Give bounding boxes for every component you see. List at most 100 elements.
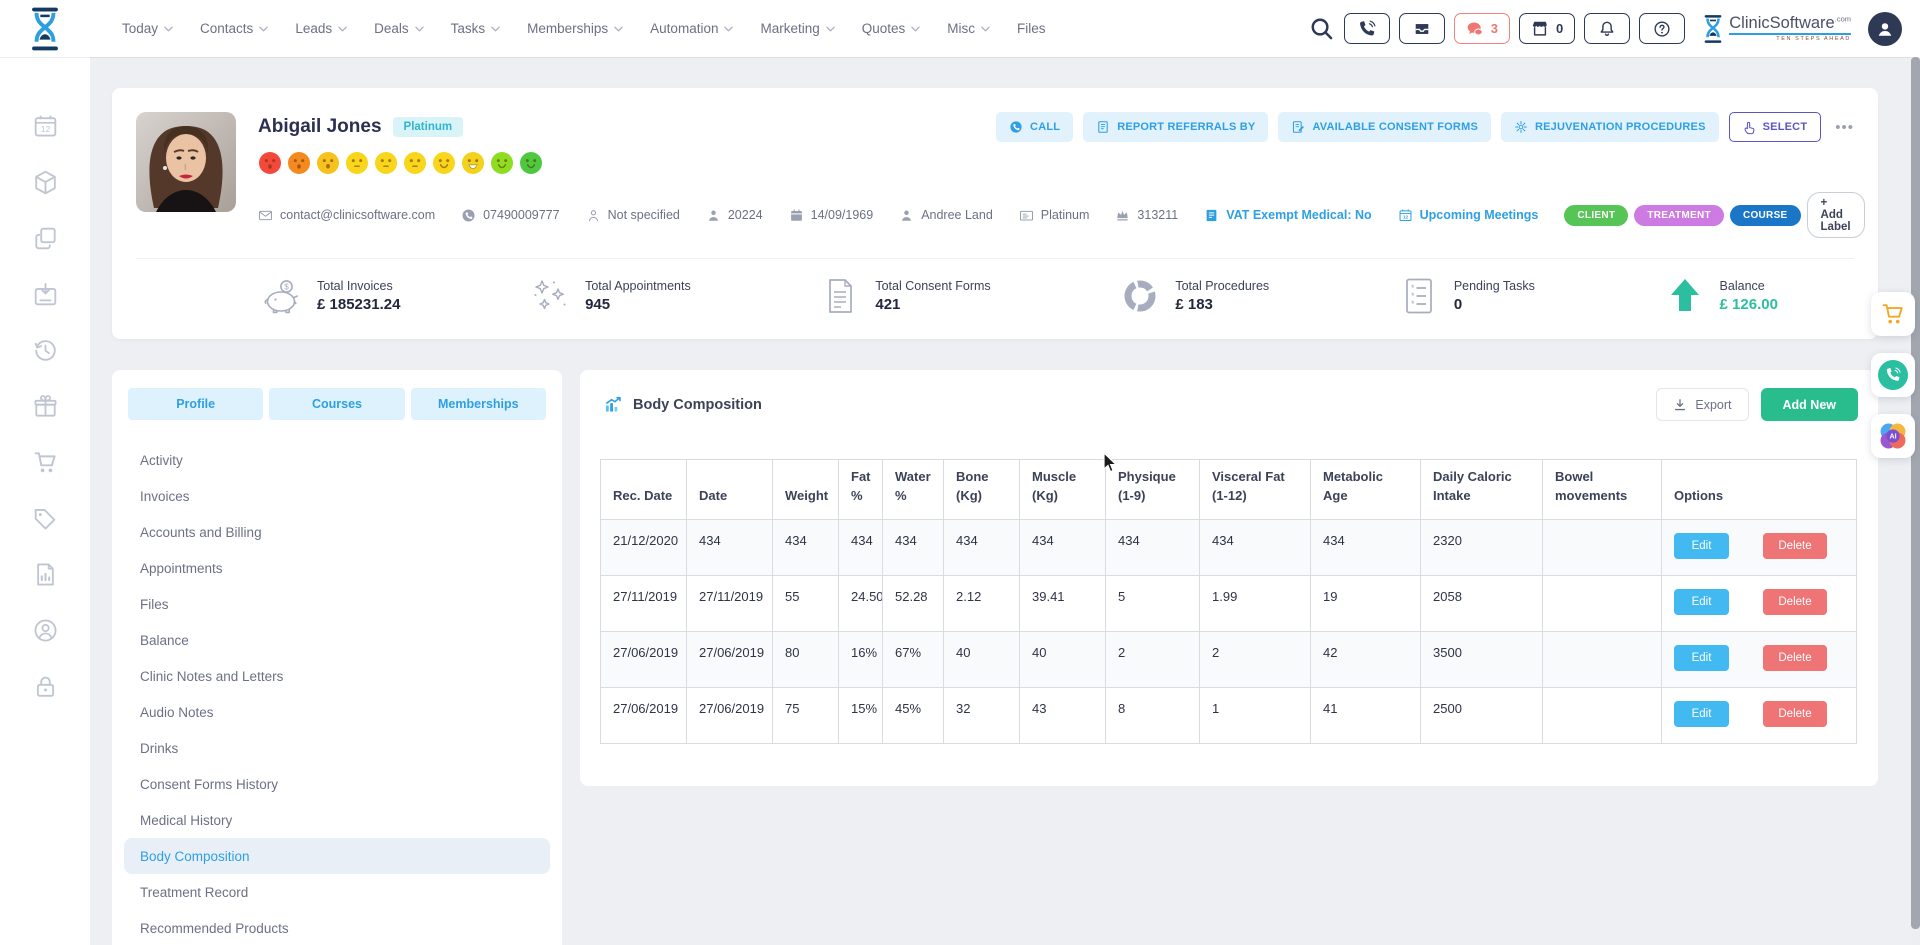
app-logo[interactable] (0, 7, 90, 51)
patient-photo[interactable] (136, 112, 236, 212)
store-button[interactable]: 0 (1519, 13, 1575, 44)
rejuvenation-procedures-button[interactable]: REJUVENATION PROCEDURES (1501, 112, 1719, 142)
sidebar-item-drinks[interactable]: Drinks (124, 730, 550, 766)
nav-item-quotes[interactable]: Quotes (862, 21, 921, 36)
sidebar-item-invoices[interactable]: Invoices (124, 478, 550, 514)
mood-emoji-5[interactable] (374, 151, 398, 175)
stat-total-procedures: Total Procedures£ 183 (1118, 275, 1269, 317)
cell-fat: 434 (839, 520, 883, 576)
sidebar-item-appointments[interactable]: Appointments (124, 550, 550, 586)
nav-item-deals[interactable]: Deals (374, 21, 424, 36)
edit-button-row-1[interactable]: Edit (1674, 533, 1729, 559)
user-avatar[interactable] (1868, 12, 1902, 46)
floating-widgets: AI (1871, 292, 1915, 458)
nav-item-marketing[interactable]: Marketing (760, 21, 834, 36)
label-chip-course[interactable]: COURSE (1730, 205, 1801, 226)
copy-icon[interactable] (32, 225, 59, 252)
mood-emoji-9[interactable] (490, 151, 514, 175)
scrollbar-thumb[interactable] (1911, 57, 1920, 929)
sidebar-item-medical-history[interactable]: Medical History (124, 802, 550, 838)
gift-icon[interactable] (32, 393, 59, 420)
delete-button-row-4[interactable]: Delete (1763, 701, 1827, 727)
nav-item-contacts[interactable]: Contacts (200, 21, 268, 36)
mood-emoji-7[interactable] (432, 151, 456, 175)
delete-button-row-3[interactable]: Delete (1763, 645, 1827, 671)
label-chip-treatment[interactable]: TREATMENT (1634, 205, 1724, 226)
brand-tld: .com (1835, 14, 1851, 23)
dialer-button[interactable] (1344, 13, 1390, 44)
export-button[interactable]: Export (1656, 388, 1748, 421)
mood-emoji-10[interactable] (519, 151, 543, 175)
nav-item-tasks[interactable]: Tasks (451, 21, 501, 36)
sidebar-item-files[interactable]: Files (124, 586, 550, 622)
cell-physique-1-9: 5 (1106, 576, 1200, 632)
stat-total-invoices: $ Total Invoices£ 185231.24 (260, 275, 400, 317)
history-icon[interactable] (32, 337, 59, 364)
label-chip-client[interactable]: CLIENT (1564, 205, 1628, 226)
edit-button-row-4[interactable]: Edit (1674, 701, 1729, 727)
sidebar-item-accounts-and-billing[interactable]: Accounts and Billing (124, 514, 550, 550)
search-icon[interactable] (1309, 16, 1335, 42)
tab-courses[interactable]: Courses (269, 388, 404, 420)
user-circle-icon[interactable] (32, 617, 59, 644)
checklist-icon: *** (1397, 275, 1441, 317)
edit-button-row-2[interactable]: Edit (1674, 589, 1729, 615)
sidebar-item-recommended-products[interactable]: Recommended Products (124, 910, 550, 945)
delete-button-row-2[interactable]: Delete (1763, 589, 1827, 615)
mood-emoji-3[interactable] (316, 151, 340, 175)
available-consent-forms-button[interactable]: AVAILABLE CONSENT FORMS (1278, 112, 1491, 142)
mood-emoji-8[interactable] (461, 151, 485, 175)
nav-item-files[interactable]: Files (1017, 21, 1046, 36)
tab-memberships[interactable]: Memberships (411, 388, 546, 420)
contact-vat-exempt-medical-no[interactable]: VAT Exempt Medical: No (1204, 208, 1371, 223)
mood-emoji-6[interactable] (403, 151, 427, 175)
doc-edit-icon (1291, 120, 1305, 134)
sidebar-item-body-composition[interactable]: Body Composition (124, 838, 550, 874)
sidebar-item-clinic-notes-and-letters[interactable]: Clinic Notes and Letters (124, 658, 550, 694)
shop-widget-button[interactable] (1871, 292, 1915, 336)
add-label-button[interactable]: + Add Label (1807, 192, 1865, 238)
call-button[interactable]: CALL (996, 112, 1073, 142)
brand-logo[interactable]: ClinicSoftware.com TEN STEPS AHEAD (1702, 14, 1851, 44)
inbox-button[interactable] (1399, 13, 1445, 44)
call-widget-button[interactable] (1871, 353, 1915, 397)
report-doc-icon[interactable] (32, 561, 59, 588)
nav-item-automation[interactable]: Automation (650, 21, 733, 36)
nav-item-memberships[interactable]: Memberships (527, 21, 623, 36)
mood-emoji-1[interactable] (258, 151, 282, 175)
cart-icon (1880, 301, 1906, 327)
nav-item-leads[interactable]: Leads (295, 21, 347, 36)
mood-emoji-2[interactable] (287, 151, 311, 175)
edit-button-row-3[interactable]: Edit (1674, 645, 1729, 671)
nav-item-misc[interactable]: Misc (947, 21, 990, 36)
sidebar-item-treatment-record[interactable]: Treatment Record (124, 874, 550, 910)
delete-button-row-1[interactable]: Delete (1763, 533, 1827, 559)
contact-upcoming-meetings[interactable]: 12Upcoming Meetings (1398, 208, 1539, 223)
archive-in-icon[interactable] (32, 281, 59, 308)
nav-item-today[interactable]: Today (122, 21, 173, 36)
sidebar-item-audio-notes[interactable]: Audio Notes (124, 694, 550, 730)
report-referrals-by-button[interactable]: REPORT REFERRALS BY (1083, 112, 1268, 142)
more-options-button[interactable]: ••• (1835, 119, 1854, 136)
chat-button[interactable]: 3 (1454, 13, 1510, 44)
cube-icon[interactable] (32, 169, 59, 196)
tags-icon[interactable] (32, 505, 59, 532)
calendar-12-icon[interactable]: 12 (32, 113, 59, 140)
add-new-button[interactable]: Add New (1761, 388, 1858, 421)
sidebar-item-consent-forms-history[interactable]: Consent Forms History (124, 766, 550, 802)
select-button[interactable]: SELECT (1729, 112, 1822, 142)
sidebar-item-activity[interactable]: Activity (124, 442, 550, 478)
chevron-down-icon (911, 26, 920, 32)
stat-value: 0 (1454, 296, 1535, 313)
cell-fat: 16% (839, 632, 883, 688)
lock-icon[interactable] (32, 673, 59, 700)
cell-physique-1-9: 8 (1106, 688, 1200, 744)
col-header-date: Date (687, 460, 773, 520)
mood-emoji-4[interactable] (345, 151, 369, 175)
notifications-button[interactable] (1584, 13, 1630, 44)
help-button[interactable] (1639, 13, 1685, 44)
cart-icon[interactable] (32, 449, 59, 476)
sidebar-item-balance[interactable]: Balance (124, 622, 550, 658)
tab-profile[interactable]: Profile (128, 388, 263, 420)
ai-widget-button[interactable]: AI (1871, 414, 1915, 458)
